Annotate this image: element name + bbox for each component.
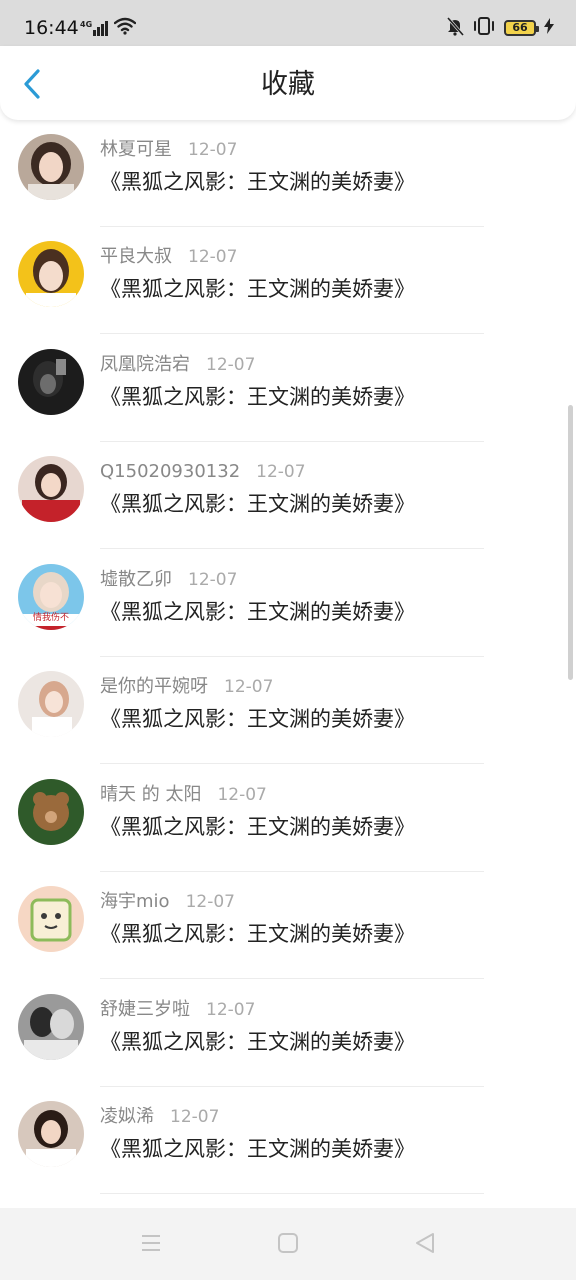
item-date: 12-07 <box>188 570 238 590</box>
list-item[interactable]: 舒婕三岁啦 12-07 《黑狐之风影：王文渊的美娇妻》 <box>0 980 576 1087</box>
charging-icon <box>544 18 554 38</box>
list-item[interactable]: 凤凰院浩宕 12-07 《黑狐之风影：王文渊的美娇妻》 <box>0 335 576 442</box>
avatar <box>18 456 84 522</box>
item-title: 《黑狐之风影：王文渊的美娇妻》 <box>100 707 415 731</box>
status-left-icons: 4G <box>80 17 137 39</box>
user-name: 林夏可星 <box>100 139 172 160</box>
item-date: 12-07 <box>188 247 238 267</box>
status-bar: 16:44 4G 66 <box>0 0 576 46</box>
list-item[interactable]: 情我伤不 墟散乙卯 12-07 《黑狐之风影：王文渊的美娇妻》 <box>0 550 576 657</box>
item-date: 12-07 <box>256 462 306 482</box>
divider <box>100 763 484 764</box>
menu-icon <box>140 1233 162 1257</box>
list-item[interactable]: 晴天 的 太阳 12-07 《黑狐之风影：王文渊的美娇妻》 <box>0 765 576 872</box>
nav-home-button[interactable] <box>273 1230 303 1260</box>
user-name: 凤凰院浩宕 <box>100 354 190 375</box>
back-triangle-icon <box>414 1232 436 1258</box>
avatar <box>18 779 84 845</box>
signal-icon: 4G <box>80 20 109 36</box>
divider <box>100 1193 484 1194</box>
scrollbar[interactable] <box>568 405 573 680</box>
user-name: 海宇mio <box>100 891 170 912</box>
system-nav-bar <box>0 1208 576 1280</box>
status-right-icons: 66 <box>446 17 554 39</box>
item-title: 《黑狐之风影：王文渊的美娇妻》 <box>100 170 415 194</box>
user-name: 晴天 的 太阳 <box>100 784 202 805</box>
status-time: 16:44 <box>24 17 79 39</box>
item-date: 12-07 <box>185 892 235 912</box>
divider <box>100 333 484 334</box>
item-title: 《黑狐之风影：王文渊的美娇妻》 <box>100 922 415 946</box>
avatar: 情我伤不 <box>18 564 84 630</box>
list-item[interactable]: Q15020930132 12-07 《黑狐之风影：王文渊的美娇妻》 <box>0 442 576 549</box>
item-title: 《黑狐之风影：王文渊的美娇妻》 <box>100 600 415 624</box>
mute-icon <box>446 16 465 40</box>
wifi-icon <box>113 17 137 39</box>
avatar <box>18 134 84 200</box>
item-title: 《黑狐之风影：王文渊的美娇妻》 <box>100 1030 415 1054</box>
item-title: 《黑狐之风影：王文渊的美娇妻》 <box>100 1137 415 1161</box>
item-date: 12-07 <box>206 1000 256 1020</box>
item-date: 12-07 <box>170 1107 220 1127</box>
item-date: 12-07 <box>188 140 238 160</box>
nav-menu-button[interactable] <box>136 1230 166 1260</box>
avatar <box>18 1101 84 1167</box>
divider <box>100 978 484 979</box>
user-name: Q15020930132 <box>100 461 241 482</box>
home-square-icon <box>277 1232 299 1258</box>
list-item[interactable]: 平良大叔 12-07 《黑狐之风影：王文渊的美娇妻》 <box>0 227 576 334</box>
item-date: 12-07 <box>206 355 256 375</box>
user-name: 舒婕三岁啦 <box>100 999 190 1020</box>
user-name: 凌姒浠 <box>100 1106 154 1127</box>
nav-back-button[interactable] <box>410 1230 440 1260</box>
header: 收藏 <box>0 46 576 120</box>
avatar-caption: 情我伤不 <box>32 613 69 623</box>
item-title: 《黑狐之风影：王文渊的美娇妻》 <box>100 277 415 301</box>
page-title: 收藏 <box>261 69 315 100</box>
avatar <box>18 349 84 415</box>
vibrate-icon <box>472 16 496 40</box>
item-title: 《黑狐之风影：王文渊的美娇妻》 <box>100 385 415 409</box>
battery-level: 66 <box>512 21 528 34</box>
item-date: 12-07 <box>224 677 274 697</box>
user-name: 是你的平婉呀 <box>100 676 208 697</box>
list-item[interactable]: 凌姒浠 12-07 《黑狐之风影：王文渊的美娇妻》 <box>0 1087 576 1194</box>
avatar <box>18 671 84 737</box>
battery-icon: 66 <box>504 20 539 36</box>
network-type-label: 4G <box>80 20 93 29</box>
avatar <box>18 886 84 952</box>
user-name: 平良大叔 <box>100 246 172 267</box>
user-name: 墟散乙卯 <box>100 569 172 590</box>
list-item[interactable]: 海宇mio 12-07 《黑狐之风影：王文渊的美娇妻》 <box>0 872 576 979</box>
item-title: 《黑狐之风影：王文渊的美娇妻》 <box>100 492 415 516</box>
list-item[interactable]: 是你的平婉呀 12-07 《黑狐之风影：王文渊的美娇妻》 <box>0 657 576 764</box>
divider <box>100 548 484 549</box>
item-date: 12-07 <box>217 785 267 805</box>
list-item[interactable]: 林夏可星 12-07 《黑狐之风影：王文渊的美娇妻》 <box>0 120 576 227</box>
avatar <box>18 994 84 1060</box>
item-title: 《黑狐之风影：王文渊的美娇妻》 <box>100 815 415 839</box>
avatar <box>18 241 84 307</box>
